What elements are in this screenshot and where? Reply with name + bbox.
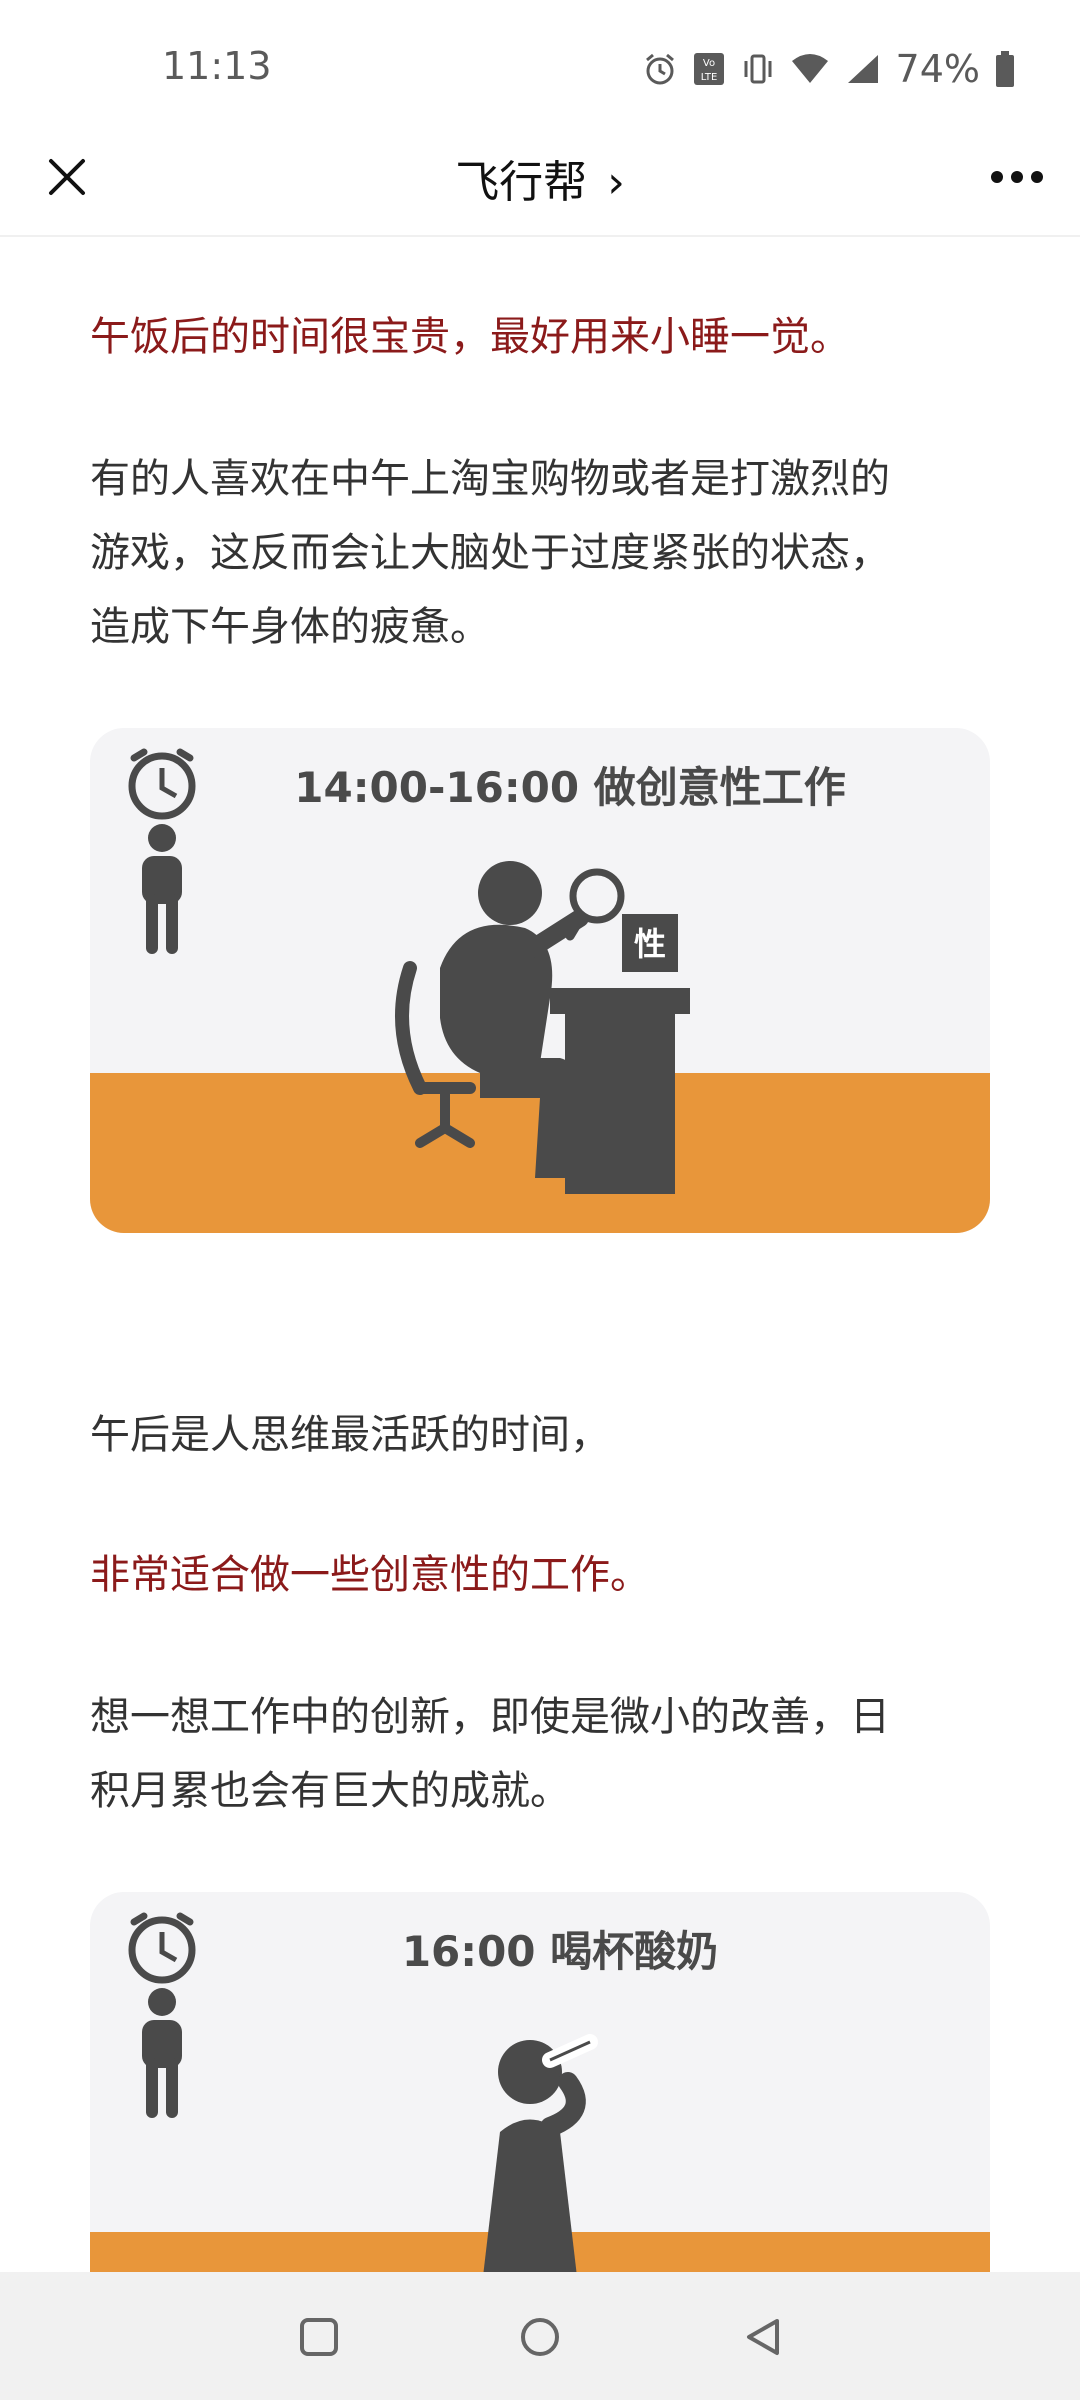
top-nav-bar: 飞行帮 › [0, 120, 1080, 237]
volte-icon: Vo LTE [693, 53, 724, 85]
paragraph-shopping-games: 有的人喜欢在中午上淘宝购物或者是打激烈的 游戏，这反而会让大脑处于过度紧张的状态… [90, 442, 1010, 664]
system-nav-bar [0, 2272, 1080, 2400]
status-bar: 11:13 Vo LTE 74% [0, 0, 1080, 120]
svg-text:LTE: LTE [700, 72, 717, 83]
clock-person-icon [128, 748, 196, 954]
tag-label: 性 [634, 925, 666, 963]
paragraph-line: 造成下午身体的疲惫。 [90, 604, 490, 650]
illustration-title: 16:00 喝杯酸奶 [401, 1927, 719, 1976]
recent-apps-icon [300, 2318, 338, 2356]
clock-person-icon [128, 1912, 196, 2118]
paragraph-line: 积月累也会有巨大的成就。 [90, 1768, 570, 1814]
illustration-creative-work: 14:00-16:00 做创意性工作 性 [90, 728, 990, 1233]
vibrate-icon [744, 54, 772, 84]
status-time: 11:13 [162, 44, 272, 88]
svg-text:Vo: Vo [702, 58, 714, 69]
paragraph-innovation: 想一想工作中的创新，即使是微小的改善，日 积月累也会有巨大的成就。 [90, 1680, 1010, 1828]
paragraph-line: 想一想工作中的创新，即使是微小的改善，日 [90, 1694, 890, 1740]
illustration-yogurt: 16:00 喝杯酸奶 [90, 1892, 990, 2312]
home-icon [521, 2318, 559, 2356]
page-title: 飞行帮 [455, 157, 588, 208]
alarm-icon [645, 53, 674, 85]
home-button[interactable] [515, 2312, 565, 2362]
more-icon [991, 171, 1043, 183]
paragraph-afternoon-active: 午后是人思维最活跃的时间， [90, 1412, 610, 1458]
person-at-desk-figure: 性 [395, 861, 690, 1194]
account-title-link[interactable]: 飞行帮 › [0, 146, 1080, 210]
paragraph-nap-advice: 午饭后的时间很宝贵，最好用来小睡一觉。 [90, 314, 850, 360]
chevron-right-icon: › [607, 157, 625, 208]
paragraph-line: 有的人喜欢在中午上淘宝购物或者是打激烈的 [90, 456, 890, 502]
battery-percentage: 74% [895, 47, 980, 91]
paragraph-creative-suggestion: 非常适合做一些创意性的工作。 [90, 1552, 650, 1598]
more-button[interactable] [982, 142, 1052, 212]
back-button[interactable] [738, 2312, 788, 2362]
battery-icon [996, 51, 1014, 87]
signal-icon [847, 55, 878, 83]
wifi-icon [791, 54, 828, 83]
person-drinking-figure [480, 2034, 598, 2302]
back-icon [747, 2319, 779, 2355]
recent-apps-button[interactable] [294, 2312, 344, 2362]
status-icons: Vo LTE 74% [642, 44, 1016, 94]
paragraph-line: 游戏，这反而会让大脑处于过度紧张的状态， [90, 530, 890, 576]
illustration-title: 14:00-16:00 做创意性工作 [294, 763, 846, 812]
